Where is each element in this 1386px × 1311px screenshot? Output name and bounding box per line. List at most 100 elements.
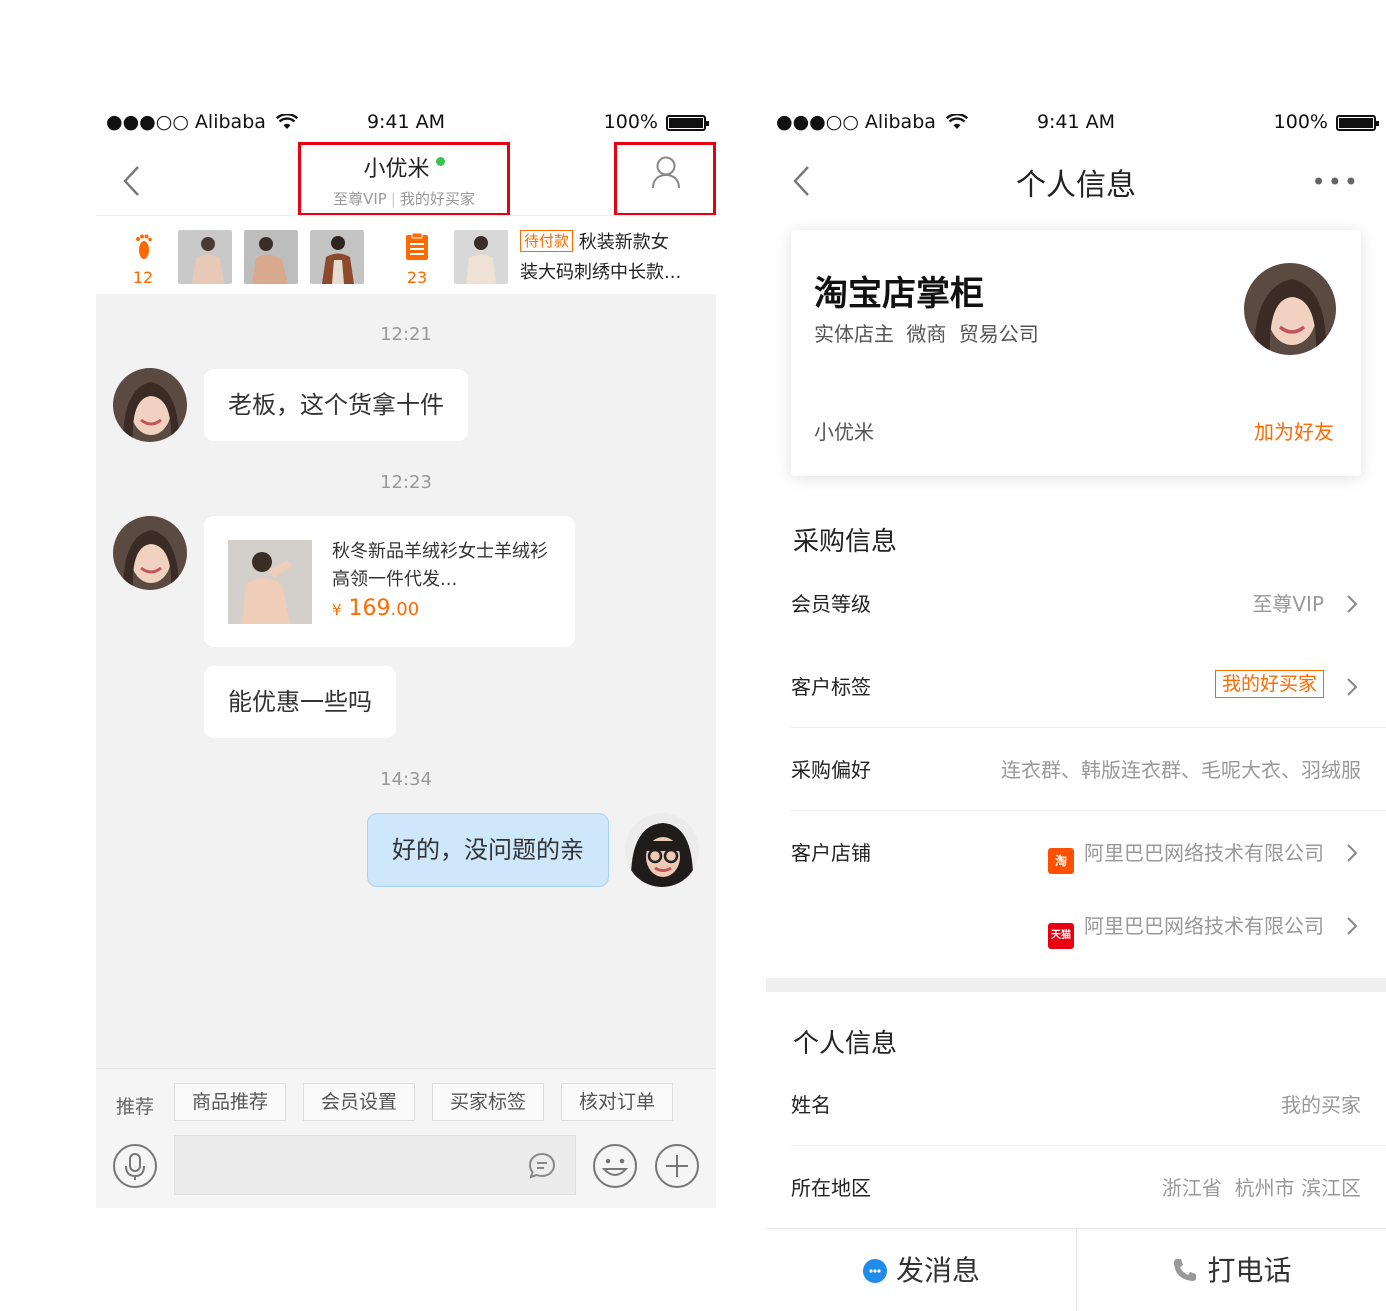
seller-avatar[interactable] bbox=[625, 813, 699, 887]
voice-input-icon[interactable] bbox=[112, 1143, 158, 1189]
product-image bbox=[228, 540, 312, 624]
purchase-preference-label: 采购偏好 bbox=[791, 758, 871, 782]
chevron-right-icon bbox=[1347, 844, 1358, 862]
chat-bubble-icon[interactable] bbox=[527, 1151, 557, 1181]
profile-card: 淘宝店掌柜 实体店主 微商 贸易公司 小优米 加为好友 bbox=[791, 230, 1361, 476]
subtitle-separator: | bbox=[390, 190, 396, 208]
user-profile-icon bbox=[652, 156, 680, 189]
message-icon bbox=[862, 1259, 887, 1283]
viewed-product-thumb[interactable] bbox=[178, 230, 232, 284]
my-message-bubble[interactable]: 好的，没问题的亲 bbox=[367, 813, 609, 887]
product-card-message[interactable]: 秋冬新品羊绒衫女士羊绒衫高领一件代发... ¥ 169.00 bbox=[204, 516, 575, 647]
footprint-icon[interactable] bbox=[128, 232, 158, 262]
customer-shop-label: 客户店铺 bbox=[791, 841, 871, 865]
region-row: 所在地区 浙江省 杭州市 滨江区 bbox=[791, 1146, 1386, 1229]
taobao-icon: 淘 bbox=[1048, 848, 1074, 874]
product-title: 秋冬新品羊绒衫女士羊绒衫高领一件代发... bbox=[332, 541, 548, 590]
emoji-icon[interactable] bbox=[592, 1143, 638, 1189]
input-panel: 推荐 商品推荐 会员设置 买家标签 核对订单 bbox=[96, 1068, 716, 1208]
chevron-right-icon bbox=[1347, 917, 1358, 935]
status-bar: ●●●○○ Alibaba 9:41 AM 100% bbox=[766, 95, 1386, 150]
viewed-product-thumb[interactable] bbox=[310, 230, 364, 284]
order-product-thumb[interactable] bbox=[454, 230, 508, 284]
contact-profile-button[interactable] bbox=[614, 142, 716, 216]
send-message-button[interactable]: 发消息 bbox=[766, 1229, 1076, 1311]
profile-nav-bar: 个人信息 ••• bbox=[766, 150, 1386, 215]
battery-percent: 100% bbox=[603, 111, 658, 133]
buyer-tag-button[interactable]: 买家标签 bbox=[432, 1083, 544, 1121]
viewed-product-thumb[interactable] bbox=[244, 230, 298, 284]
message-timestamp: 14:34 bbox=[380, 769, 432, 790]
order-summary[interactable]: 待付款 秋装新款女 装大码刺绣中长款... bbox=[520, 228, 712, 288]
chat-nav-bar: 小优米 至尊VIP | 我的好买家 bbox=[96, 142, 716, 216]
buyer-avatar[interactable] bbox=[113, 516, 187, 590]
page-title: 个人信息 bbox=[1016, 168, 1136, 203]
chevron-right-icon bbox=[1347, 678, 1358, 696]
personal-section-title: 个人信息 bbox=[793, 1029, 898, 1059]
purchase-preference-row: 采购偏好 连衣群、韩版连衣群、毛呢大衣、羽绒服 bbox=[791, 728, 1386, 811]
profile-avatar[interactable] bbox=[1244, 263, 1336, 355]
customer-tag-label: 客户标签 bbox=[791, 675, 871, 699]
member-level-value: 至尊VIP bbox=[1252, 592, 1324, 616]
member-settings-button[interactable]: 会员设置 bbox=[303, 1083, 415, 1121]
shop-name: 阿里巴巴网络技术有限公司 bbox=[1084, 841, 1324, 865]
order-list-icon[interactable] bbox=[402, 232, 432, 262]
message-bubble[interactable]: 老板，这个货拿十件 bbox=[204, 369, 468, 441]
region-value: 浙江省 杭州市 滨江区 bbox=[1161, 1176, 1361, 1200]
footprint-count: 12 bbox=[132, 268, 154, 287]
phone-icon bbox=[1174, 1259, 1197, 1281]
profile-tags: 实体店主 微商 贸易公司 bbox=[814, 322, 1039, 346]
online-status-dot bbox=[435, 157, 445, 166]
customer-tag-badge: 我的好买家 bbox=[1214, 670, 1324, 698]
tmall-icon: 天猫 bbox=[1048, 923, 1074, 949]
action-bar: 发消息 打电话 bbox=[766, 1228, 1386, 1311]
back-chevron-icon[interactable] bbox=[120, 164, 144, 198]
more-options-icon[interactable]: ••• bbox=[1312, 168, 1360, 196]
battery-icon bbox=[666, 115, 709, 131]
member-level-label: 会员等级 bbox=[791, 592, 871, 616]
region-label: 所在地区 bbox=[791, 1176, 871, 1200]
send-message-label: 发消息 bbox=[895, 1254, 980, 1287]
order-status-badge: 待付款 bbox=[520, 230, 574, 252]
profile-name: 淘宝店掌柜 bbox=[814, 274, 984, 314]
customer-shop-row-2[interactable]: 天猫 阿里巴巴网络技术有限公司 bbox=[791, 884, 1386, 967]
verify-order-button[interactable]: 核对订单 bbox=[561, 1083, 673, 1121]
product-price: ¥ 169.00 bbox=[332, 596, 420, 621]
shortcut-bar: 12 23 待付款 秋装新款女 装大码刺绣中长款... bbox=[96, 215, 716, 299]
quick-reply-label: 推荐 bbox=[116, 1096, 155, 1118]
chevron-right-icon bbox=[1347, 595, 1358, 613]
add-friend-button[interactable]: 加为好友 bbox=[1254, 416, 1334, 445]
contact-tag: 我的好买家 bbox=[399, 190, 475, 208]
call-label: 打电话 bbox=[1207, 1254, 1292, 1287]
customer-shop-row[interactable]: 客户店铺 淘阿里巴巴网络技术有限公司 bbox=[791, 811, 1386, 894]
product-recommend-button[interactable]: 商品推荐 bbox=[174, 1083, 286, 1121]
section-divider bbox=[766, 978, 1386, 992]
profile-screen: ●●●○○ Alibaba 9:41 AM 100% 个人信息 ••• 淘宝店掌… bbox=[766, 95, 1386, 1311]
order-count: 23 bbox=[406, 268, 428, 287]
member-level-row[interactable]: 会员等级 至尊VIP bbox=[791, 562, 1386, 645]
name-label: 姓名 bbox=[791, 1093, 831, 1117]
name-value: 我的买家 bbox=[1281, 1093, 1361, 1117]
chat-title-block[interactable]: 小优米 至尊VIP | 我的好买家 bbox=[298, 142, 510, 216]
customer-tag-row[interactable]: 客户标签 我的好买家 bbox=[791, 645, 1386, 728]
buyer-avatar[interactable] bbox=[113, 368, 187, 442]
battery-icon bbox=[1336, 115, 1379, 131]
chat-screen: ●●●○○ Alibaba 9:41 AM 100% 小优米 至尊VIP | 我的好… bbox=[96, 95, 716, 1208]
contact-level: 至尊VIP bbox=[333, 190, 387, 208]
shop-name: 阿里巴巴网络技术有限公司 bbox=[1084, 914, 1324, 938]
message-timestamp: 12:23 bbox=[380, 472, 432, 493]
purchase-section-title: 采购信息 bbox=[793, 527, 898, 557]
message-timestamp: 12:21 bbox=[380, 324, 432, 345]
name-row: 姓名 我的买家 bbox=[791, 1063, 1386, 1146]
purchase-preference-value: 连衣群、韩版连衣群、毛呢大衣、羽绒服 bbox=[1001, 758, 1361, 782]
chat-contact-name: 小优米 bbox=[363, 157, 430, 182]
order-title-line1: 秋装新款女 bbox=[578, 232, 669, 253]
message-list[interactable]: 12:21 老板，这个货拿十件 12:23 秋冬新品羊绒衫女士羊绒衫高领一件代发… bbox=[96, 294, 716, 1068]
call-button[interactable]: 打电话 bbox=[1076, 1229, 1386, 1311]
plus-icon[interactable] bbox=[654, 1143, 700, 1189]
profile-nickname: 小优米 bbox=[814, 420, 874, 444]
battery-percent: 100% bbox=[1273, 111, 1328, 133]
message-input[interactable] bbox=[174, 1135, 576, 1195]
message-bubble[interactable]: 能优惠一些吗 bbox=[204, 666, 396, 738]
order-title-line2: 装大码刺绣中长款... bbox=[520, 262, 682, 283]
